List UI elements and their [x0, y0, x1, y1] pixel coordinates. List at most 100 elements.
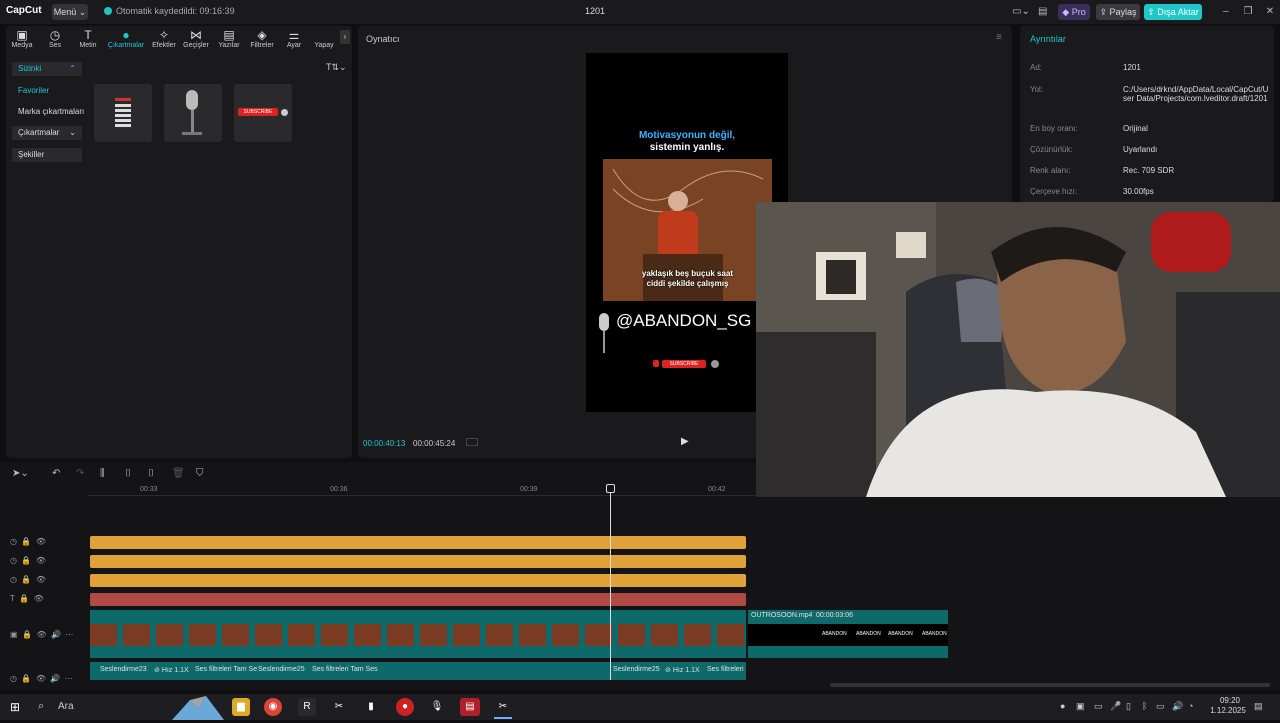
microphone-app-icon[interactable]: ▮	[362, 698, 380, 716]
sticker-clip[interactable]	[90, 574, 746, 587]
main-video-clip[interactable]	[90, 610, 746, 658]
taskbar-search[interactable]: Ara	[58, 701, 74, 712]
time-ruler[interactable]	[88, 486, 758, 496]
timeline-scrollbar[interactable]	[830, 683, 1270, 687]
video-row-controls[interactable]: ▣ 🔒 👁 🔊 ⋯	[10, 630, 73, 639]
search-icon[interactable]: ⌕	[38, 700, 44, 713]
subtitle-line1: yaklaşık beş buçuk saat	[641, 269, 734, 278]
audio-row-controls[interactable]: ◷ 🔒 👁 🔊 ⋯	[10, 674, 73, 683]
playhead[interactable]	[610, 486, 611, 680]
sidebar-item-brand-stickers[interactable]: Marka çıkartmaları	[12, 105, 90, 119]
tray-mic-icon[interactable]: 🎤	[1110, 701, 1121, 712]
project-title: 1201	[584, 6, 606, 16]
pro-label: Pro	[1071, 7, 1086, 17]
clock-date[interactable]: 1.12.2025	[1206, 706, 1250, 715]
sticker-clip[interactable]	[90, 536, 746, 549]
trim-left-icon[interactable]: ⌷	[125, 468, 131, 479]
chrome-icon[interactable]: ◉	[264, 698, 282, 716]
tab-transitions[interactable]: ⋈ Geçişler	[180, 28, 212, 49]
shield-icon[interactable]: ⛉	[196, 468, 204, 479]
tab-adjust[interactable]: ⚌ Ayar	[278, 28, 310, 49]
sticker-clip[interactable]	[90, 555, 746, 568]
notification-center-icon[interactable]: ▤	[1254, 701, 1263, 712]
tab-effects[interactable]: ✧ Efektler	[148, 28, 180, 49]
tab-filters[interactable]: ◈ Filtreler	[246, 28, 278, 49]
tray-app-icon[interactable]: ◔	[1188, 701, 1193, 711]
chevron-right-icon[interactable]: ›	[340, 30, 350, 44]
tab-audio[interactable]: ◷ Ses	[39, 28, 71, 49]
timeline-scrub-icon[interactable]	[466, 438, 478, 446]
microphone-icon	[596, 313, 612, 353]
text-row-controls[interactable]: T 🔒 👁	[10, 594, 44, 603]
app-r-icon[interactable]: R	[298, 698, 316, 716]
title-bar: CapCut Menü ⌄ Otomatik kaydedildi: 09:16…	[0, 0, 1280, 24]
minimize-icon[interactable]: –	[1218, 4, 1234, 20]
delete-icon[interactable]: 🗑	[172, 468, 185, 479]
sticker-row-controls[interactable]: ◷ 🔒 👁	[10, 537, 46, 546]
detail-label-aspect: En boy oranı:	[1030, 124, 1078, 133]
sidebar-item-shapes[interactable]: Şekiller	[12, 148, 82, 162]
tab-captions[interactable]: ▤ Yazılar	[213, 28, 245, 49]
voicemeeter-icon[interactable]: ▤	[460, 698, 480, 716]
trim-right-icon[interactable]: ⌷	[148, 468, 154, 479]
play-button[interactable]: ▶	[681, 436, 689, 447]
sticker-thumb-meter[interactable]	[94, 84, 152, 142]
audio-clip-track[interactable]: Seslendirme23 ⊘ Hız 1.1X Ses filtreleri …	[90, 662, 746, 680]
capcut-active-icon[interactable]: ✂	[494, 698, 512, 716]
player-title: Oynatıcı	[366, 34, 400, 44]
current-time: 00:00:40:13	[363, 439, 406, 448]
sidebar-item-stickers[interactable]: Çıkartmalar ⌄	[12, 126, 82, 140]
menu-button[interactable]: Menü ⌄	[52, 4, 88, 20]
tray-app-icon[interactable]: ●	[1060, 701, 1065, 711]
volume-icon[interactable]: 🔊	[1172, 701, 1183, 712]
sticker-thumb-subscribe[interactable]: SUBSCRIBE	[234, 84, 292, 142]
tab-label: Metin	[79, 42, 97, 49]
playhead-handle[interactable]	[606, 484, 615, 493]
audio-filter-label: Ses filtreleri	[707, 666, 744, 673]
audio-app-icon[interactable]: 🎙	[428, 698, 446, 716]
detail-label-framerate: Çerçeve hızı:	[1030, 187, 1078, 196]
capcut-icon[interactable]: ✂	[330, 698, 348, 716]
sidebar-item-favorites[interactable]: Favoriler	[12, 84, 55, 98]
tray-app-icon[interactable]: ▣	[1076, 701, 1085, 712]
tab-stickers[interactable]: ● Çıkartmalar	[106, 28, 146, 49]
tray-app-icon[interactable]: ▭	[1094, 701, 1103, 712]
close-icon[interactable]: ✕	[1262, 4, 1278, 20]
notification-icon	[711, 360, 719, 368]
pro-button[interactable]: ◆ Pro	[1058, 4, 1090, 20]
shortcuts-icon[interactable]: ▤	[1038, 6, 1047, 17]
bluetooth-icon[interactable]: ᛒ	[1142, 701, 1147, 711]
subscribe-badge: SUBSCRIBE	[662, 360, 706, 368]
webcam-overlay	[756, 202, 1280, 497]
tab-label: Ses	[48, 42, 62, 49]
layout-icon[interactable]: ▭⌄	[1012, 6, 1030, 17]
sticker-thumb-microphone[interactable]	[164, 84, 222, 142]
maximize-icon[interactable]: ❐	[1240, 4, 1256, 20]
export-button[interactable]: ⇧ Dışa Aktar	[1144, 4, 1202, 20]
menu-label: Menü	[53, 7, 77, 17]
hamburger-icon[interactable]: ≡	[996, 32, 1002, 43]
sticker-row-controls[interactable]: ◷ 🔒 👁	[10, 575, 46, 584]
tab-ai[interactable]: Yapay	[308, 28, 340, 49]
redo-icon[interactable]: ↷	[76, 468, 84, 479]
tab-text[interactable]: T Metin	[72, 28, 104, 49]
tray-app-icon[interactable]: ▯	[1126, 701, 1131, 712]
tab-media[interactable]: ▣ Medya	[6, 28, 38, 49]
file-explorer-icon[interactable]: ▆	[232, 698, 250, 716]
obs-icon[interactable]: ●	[396, 698, 414, 716]
search-highlight-icon[interactable]	[172, 694, 224, 720]
network-icon[interactable]: ▭	[1156, 701, 1165, 712]
sort-icon[interactable]: T⇅⌄	[326, 62, 347, 73]
share-button[interactable]: ⇪ Paylaş	[1096, 4, 1140, 20]
split-icon[interactable]: ⫼	[100, 468, 105, 479]
outro-frame-text: ABANDON	[922, 631, 947, 637]
text-clip[interactable]	[90, 593, 746, 606]
sidebar-item-yours[interactable]: Sizinki ⌃	[12, 62, 82, 76]
outro-clip[interactable]: OUTROSOON.mp4 00:00:03:06 ABANDON ABANDO…	[748, 610, 948, 658]
select-tool-icon[interactable]: ➤⌄	[12, 468, 29, 479]
undo-icon[interactable]: ↶	[52, 468, 60, 479]
clock-time[interactable]: 09:20	[1210, 696, 1250, 705]
sticker-row-controls[interactable]: ◷ 🔒 👁	[10, 556, 46, 565]
detail-value-resolution: Uyarlandı	[1123, 145, 1158, 154]
windows-start-icon[interactable]: ⊞	[10, 700, 20, 714]
